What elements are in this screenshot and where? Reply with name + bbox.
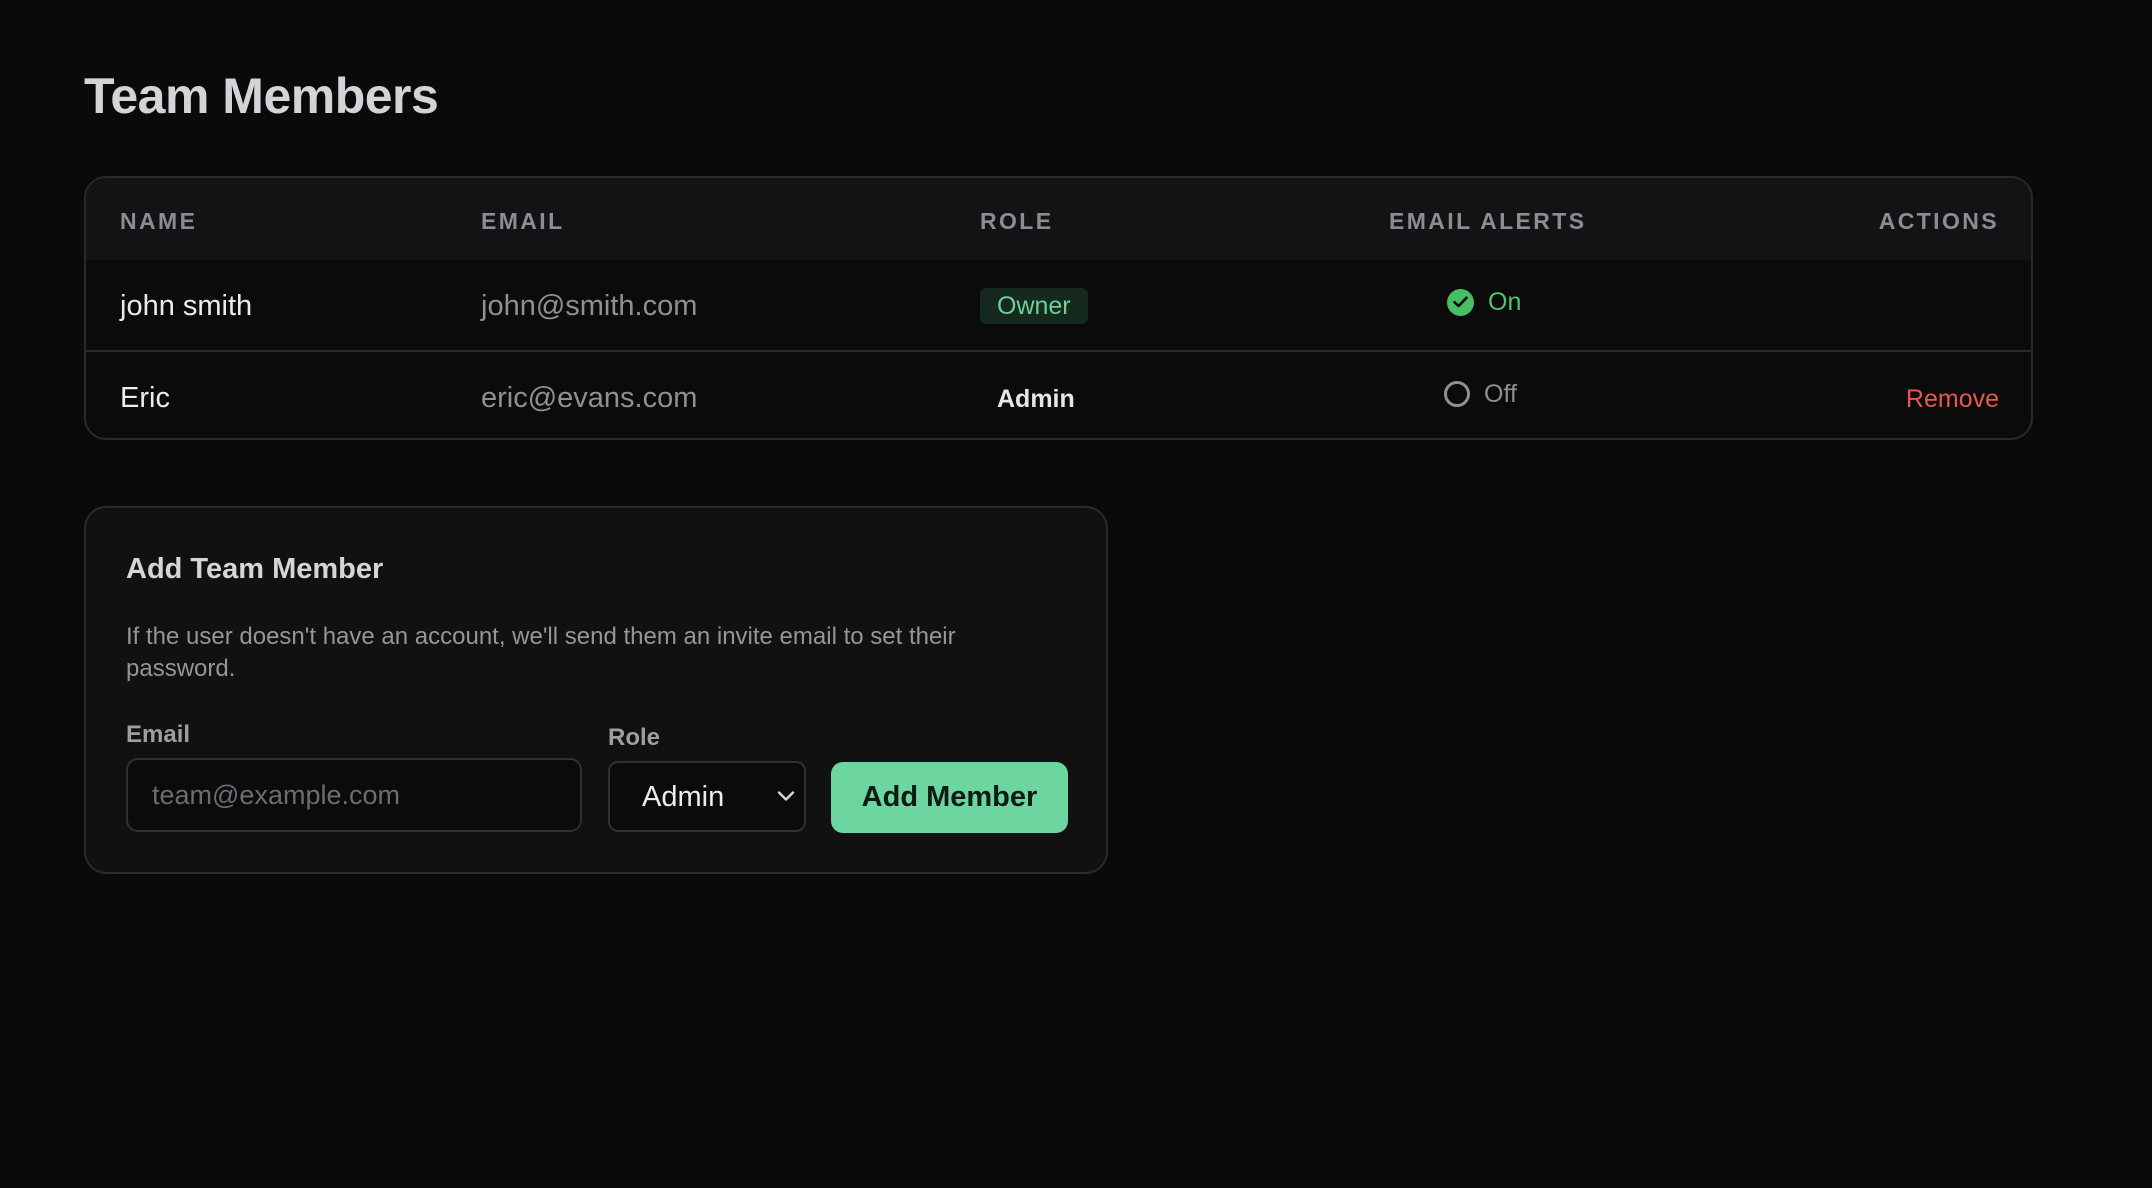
- table-row: john smith john@smith.com Owner On: [86, 260, 2031, 352]
- add-member-description: If the user doesn't have an account, we'…: [126, 623, 956, 682]
- email-field-label: Email: [126, 721, 191, 748]
- chevron-down-icon: [776, 789, 796, 803]
- remove-member-button[interactable]: Remove: [1906, 383, 1999, 415]
- table-row: Eric eric@evans.com Admin Off Remove: [86, 352, 2031, 438]
- member-email: eric@evans.com: [481, 382, 698, 414]
- role-select[interactable]: Admin: [608, 761, 806, 832]
- column-header-email-alerts: EMAIL ALERTS: [1389, 208, 1587, 234]
- empty-circle-icon: [1444, 381, 1470, 407]
- column-header-name: NAME: [120, 208, 198, 234]
- add-member-button[interactable]: Add Member: [831, 762, 1068, 833]
- member-email: john@smith.com: [481, 290, 698, 322]
- add-team-member-card: Add Team Member If the user doesn't have…: [84, 506, 1108, 874]
- column-header-email: EMAIL: [481, 208, 565, 234]
- page-title: Team Members: [84, 68, 439, 124]
- team-members-page: Team Members NAME EMAIL ROLE EMAIL ALERT…: [0, 0, 2152, 1188]
- email-alerts-toggle[interactable]: Off: [1444, 378, 1517, 410]
- email-field[interactable]: [126, 758, 582, 832]
- members-table: NAME EMAIL ROLE EMAIL ALERTS ACTIONS joh…: [84, 176, 2033, 440]
- role-field-label: Role: [608, 724, 661, 751]
- table-header: NAME EMAIL ROLE EMAIL ALERTS ACTIONS: [86, 178, 2031, 260]
- add-member-title: Add Team Member: [126, 553, 384, 585]
- role-label-admin: Admin: [997, 385, 1075, 413]
- email-alerts-status: Off: [1484, 380, 1517, 408]
- member-name: john smith: [120, 290, 253, 322]
- email-alerts-status: On: [1488, 288, 1522, 316]
- email-alerts-toggle[interactable]: On: [1447, 286, 1521, 318]
- column-header-role: ROLE: [980, 208, 1054, 234]
- role-badge-owner: Owner: [980, 288, 1088, 324]
- member-name: Eric: [120, 382, 170, 414]
- check-circle-icon: [1447, 288, 1474, 316]
- column-header-actions: ACTIONS: [1878, 208, 1999, 234]
- role-select-value: Admin: [642, 780, 725, 813]
